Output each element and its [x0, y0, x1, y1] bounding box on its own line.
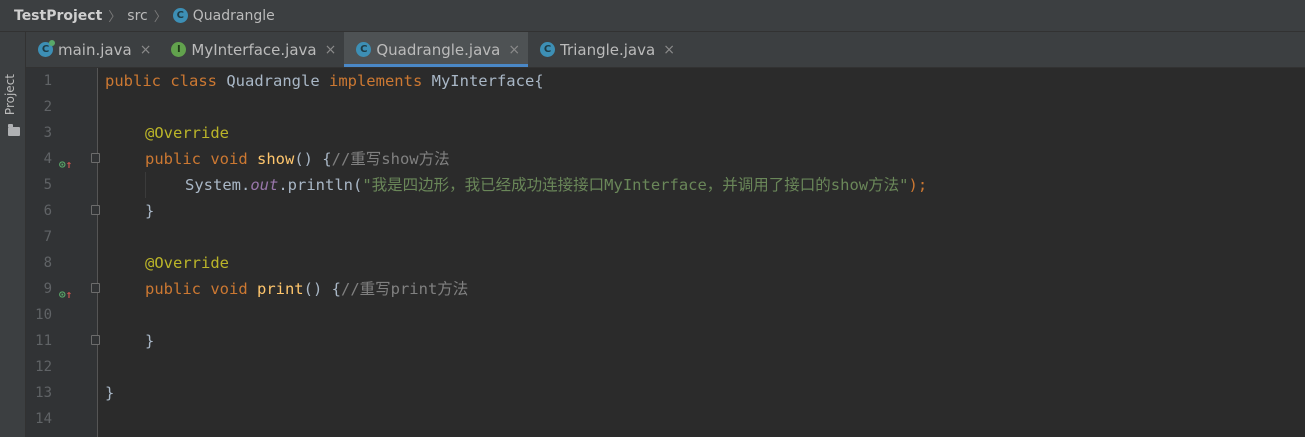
- line-number: 9: [43, 281, 52, 297]
- tab-main-java[interactable]: C main.java ×: [26, 32, 159, 67]
- line-number: 7: [43, 229, 52, 245]
- line-number: 3: [43, 125, 52, 141]
- chevron-right-icon: 〉: [108, 10, 122, 25]
- line-number: 4: [43, 151, 52, 167]
- breadcrumb-file[interactable]: Quadrangle: [193, 8, 275, 24]
- tab-label: MyInterface.java: [191, 40, 317, 59]
- line-number: 1: [43, 73, 52, 89]
- class-icon: C: [172, 8, 188, 23]
- fold-marker-icon[interactable]: [91, 283, 100, 293]
- code-text: @Override: [145, 124, 229, 142]
- code-line-9[interactable]: 9 ⊙↑ public void print() {//重写print方法: [26, 276, 1305, 302]
- code-line-1[interactable]: 1 public class Quadrangle implements MyI…: [26, 68, 1305, 94]
- code-text: }: [145, 332, 155, 350]
- close-icon[interactable]: ×: [140, 42, 152, 58]
- line-number: 13: [35, 385, 52, 401]
- tab-triangle-java[interactable]: C Triangle.java ×: [528, 32, 683, 67]
- close-icon[interactable]: ×: [508, 42, 520, 58]
- line-number: 12: [35, 359, 52, 375]
- code-line-10[interactable]: 10: [26, 302, 1305, 328]
- line-number: 8: [43, 255, 52, 271]
- breadcrumb-project[interactable]: TestProject: [14, 8, 102, 24]
- editor-tab-bar: C main.java × I MyInterface.java × C Qua…: [26, 32, 1305, 68]
- fold-marker-icon[interactable]: [91, 335, 100, 345]
- code-text: System.out.println("我是四边形，我已经成功连接接口MyInt…: [185, 176, 928, 194]
- chevron-right-icon: 〉: [153, 10, 167, 25]
- tab-myinterface-java[interactable]: I MyInterface.java ×: [159, 32, 344, 67]
- code-line-12[interactable]: 12: [26, 354, 1305, 380]
- tab-label: main.java: [58, 40, 132, 59]
- code-text: }: [105, 384, 115, 402]
- code-text: public void print() {//重写print方法: [145, 280, 469, 298]
- code-line-5[interactable]: 5 System.out.println("我是四边形，我已经成功连接接口MyI…: [26, 172, 1305, 198]
- class-icon: C: [356, 42, 372, 57]
- tab-label: Quadrangle.java: [376, 40, 501, 59]
- code-line-4[interactable]: 4 ⊙↑ public void show() {//重写show方法: [26, 146, 1305, 172]
- code-text: }: [145, 202, 155, 220]
- code-line-6[interactable]: 6 }: [26, 198, 1305, 224]
- code-line-3[interactable]: 3 @Override: [26, 120, 1305, 146]
- code-editor[interactable]: 1 public class Quadrangle implements MyI…: [26, 68, 1305, 437]
- tab-label: Triangle.java: [560, 40, 656, 59]
- folder-icon[interactable]: [8, 124, 20, 136]
- tab-quadrangle-java[interactable]: C Quadrangle.java ×: [344, 32, 529, 67]
- fold-marker-icon[interactable]: [91, 205, 100, 215]
- code-text: @Override: [145, 254, 229, 272]
- breadcrumb: TestProject 〉 src 〉 C Quadrangle: [0, 0, 1305, 32]
- close-icon[interactable]: ×: [663, 42, 675, 58]
- code-line-14[interactable]: 14: [26, 406, 1305, 432]
- code-line-8[interactable]: 8 @Override: [26, 250, 1305, 276]
- fold-marker-icon[interactable]: [91, 153, 100, 163]
- line-number: 10: [35, 307, 52, 323]
- line-number: 6: [43, 203, 52, 219]
- line-number: 5: [43, 177, 52, 193]
- code-text: public class Quadrangle implements MyInt…: [105, 72, 544, 90]
- code-line-13[interactable]: 13 }: [26, 380, 1305, 406]
- code-line-2[interactable]: 2: [26, 94, 1305, 120]
- project-tool-button[interactable]: Project: [3, 74, 17, 115]
- interface-icon: I: [171, 42, 187, 57]
- code-line-11[interactable]: 11 }: [26, 328, 1305, 354]
- line-number: 14: [35, 411, 52, 427]
- project-tool-strip: Project: [0, 32, 26, 437]
- class-icon: C: [540, 42, 556, 57]
- code-line-7[interactable]: 7: [26, 224, 1305, 250]
- class-icon: C: [38, 40, 55, 57]
- code-text: public void show() {//重写show方法: [145, 150, 450, 168]
- line-number: 2: [43, 99, 52, 115]
- breadcrumb-folder[interactable]: src: [127, 8, 147, 24]
- close-icon[interactable]: ×: [325, 42, 337, 58]
- line-number: 11: [35, 333, 52, 349]
